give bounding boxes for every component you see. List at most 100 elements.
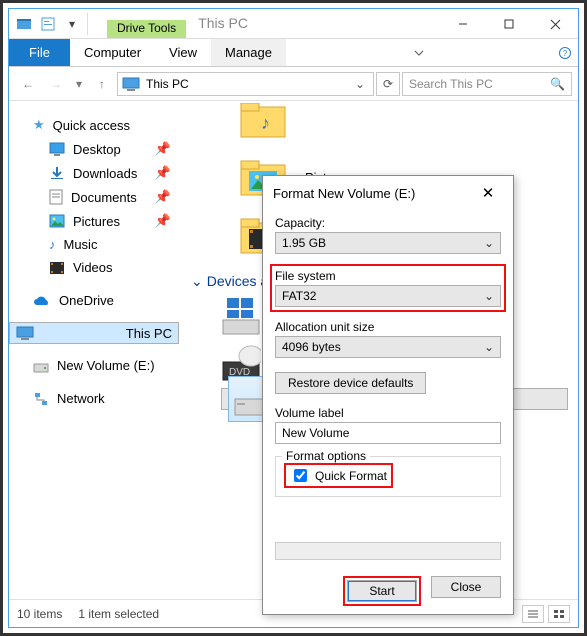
nav-up-button[interactable]: ↑ <box>89 72 115 96</box>
restore-defaults-button[interactable]: Restore device defaults <box>275 372 426 394</box>
nav-onedrive-label: OneDrive <box>59 293 114 308</box>
chevron-down-icon: ⌄ <box>191 273 203 289</box>
music-icon: ♪ <box>49 237 56 252</box>
view-large-button[interactable] <box>548 605 570 623</box>
dialog-title: Format New Volume (E:) <box>273 186 415 201</box>
tab-file[interactable]: File <box>9 39 70 66</box>
filesystem-select[interactable]: FAT32 ⌄ <box>275 285 501 307</box>
allocation-label: Allocation unit size <box>275 320 501 334</box>
nav-music[interactable]: ♪ Music <box>9 233 179 256</box>
search-icon: 🔍 <box>550 77 565 91</box>
qat-dropdown-icon[interactable]: ▾ <box>61 13 83 35</box>
nav-desktop[interactable]: Desktop 📌 <box>9 137 179 161</box>
volume-label-input[interactable] <box>275 422 501 444</box>
titlebar: ▾ Drive Tools This PC <box>9 9 578 39</box>
quick-format-checkbox[interactable]: Quick Format <box>290 466 387 485</box>
capacity-value: 1.95 GB <box>282 236 326 250</box>
progress-bar <box>275 542 501 560</box>
pin-icon: 📌 <box>155 189 171 205</box>
quick-format-input[interactable] <box>294 469 307 482</box>
app-icon <box>13 13 35 35</box>
nav-desktop-label: Desktop <box>73 142 121 157</box>
quick-format-highlight: Quick Format <box>284 463 393 488</box>
search-placeholder: Search This PC <box>409 77 493 91</box>
tab-computer[interactable]: Computer <box>70 39 155 66</box>
nav-onedrive[interactable]: OneDrive <box>9 289 179 312</box>
view-details-button[interactable] <box>522 605 544 623</box>
address-text: This PC <box>146 77 189 91</box>
window-title: This PC <box>186 9 256 38</box>
ribbon-context: Drive Tools <box>107 9 186 38</box>
pc-icon <box>122 77 140 91</box>
ribbon-expand-icon[interactable] <box>402 39 436 66</box>
address-box[interactable]: This PC ⌄ <box>117 72 374 96</box>
capacity-select[interactable]: 1.95 GB ⌄ <box>275 232 501 254</box>
chevron-down-icon: ⌄ <box>484 340 494 354</box>
refresh-button[interactable]: ⟳ <box>376 72 400 96</box>
nav-documents[interactable]: Documents 📌 <box>9 185 179 209</box>
allocation-value: 4096 bytes <box>282 340 341 354</box>
properties-icon[interactable] <box>37 13 59 35</box>
pictures-icon <box>49 214 65 228</box>
minimize-button[interactable] <box>440 9 486 39</box>
dialog-close-button[interactable]: ✕ <box>473 178 503 208</box>
start-highlight: Start <box>343 576 421 606</box>
nav-new-volume[interactable]: New Volume (E:) <box>9 354 179 377</box>
drive-icon <box>33 359 49 373</box>
chevron-down-icon: ⌄ <box>484 289 494 303</box>
nav-this-pc-label: This PC <box>126 326 172 341</box>
explorer-window: ▾ Drive Tools This PC File Computer View… <box>8 8 579 628</box>
status-items: 10 items <box>17 607 62 621</box>
allocation-select[interactable]: 4096 bytes ⌄ <box>275 336 501 358</box>
nav-forward-button[interactable]: → <box>43 72 69 96</box>
nav-videos-label: Videos <box>73 260 113 275</box>
music-folder-icon[interactable]: ♪ <box>239 103 287 139</box>
quick-format-label: Quick Format <box>315 469 387 483</box>
start-button[interactable]: Start <box>347 580 417 602</box>
close-button[interactable] <box>532 9 578 39</box>
nav-videos[interactable]: Videos <box>9 256 179 279</box>
chevron-down-icon: ⌄ <box>484 236 494 250</box>
format-dialog: Format New Volume (E:) ✕ Capacity: 1.95 … <box>262 175 514 615</box>
close-button-dialog[interactable]: Close <box>431 576 501 598</box>
nav-back-button[interactable]: ← <box>15 72 41 96</box>
nav-this-pc[interactable]: This PC <box>9 322 179 344</box>
format-options-group: Format options Quick Format <box>275 456 501 497</box>
status-selected: 1 item selected <box>78 607 159 621</box>
nav-quick-access[interactable]: ★ Quick access <box>9 113 179 137</box>
windows-drive-icon <box>221 296 261 336</box>
nav-network[interactable]: Network <box>9 387 179 410</box>
nav-downloads[interactable]: Downloads📌 <box>9 161 179 185</box>
maximize-button[interactable] <box>486 9 532 39</box>
svg-text:?: ? <box>563 49 568 58</box>
documents-icon <box>49 189 63 205</box>
qat-separator <box>87 13 97 35</box>
nav-network-label: Network <box>57 391 105 406</box>
ribbon: File Computer View Manage ? <box>9 39 578 67</box>
address-bar: ← → ▾ ↑ This PC ⌄ ⟳ Search This PC 🔍 <box>9 67 578 101</box>
volume-label-label: Volume label <box>275 406 501 420</box>
network-icon <box>33 392 49 406</box>
address-dropdown-icon[interactable]: ⌄ <box>351 77 369 91</box>
nav-quick-access-label: Quick access <box>53 118 130 133</box>
dialog-titlebar[interactable]: Format New Volume (E:) ✕ <box>263 176 513 210</box>
search-input[interactable]: Search This PC 🔍 <box>402 72 572 96</box>
downloads-icon <box>49 165 65 181</box>
pin-icon: 📌 <box>155 141 171 157</box>
tab-view[interactable]: View <box>155 39 211 66</box>
nav-documents-label: Documents <box>71 190 137 205</box>
nav-pictures-label: Pictures <box>73 214 120 229</box>
nav-pictures[interactable]: Pictures 📌 <box>9 209 179 233</box>
pin-icon: 📌 <box>155 213 171 229</box>
filesystem-value: FAT32 <box>282 289 316 303</box>
format-options-legend: Format options <box>282 449 370 463</box>
capacity-label: Capacity: <box>275 216 501 230</box>
filesystem-highlight: File system FAT32⌄ <box>270 264 506 312</box>
nav-music-label: Music <box>64 237 98 252</box>
context-tab-drive-tools[interactable]: Drive Tools <box>107 20 186 38</box>
pin-icon: 📌 <box>155 165 171 181</box>
tab-manage[interactable]: Manage <box>211 39 286 66</box>
nav-recent-dropdown[interactable]: ▾ <box>71 72 87 96</box>
videos-icon <box>49 261 65 275</box>
ribbon-help-icon[interactable]: ? <box>552 39 578 66</box>
